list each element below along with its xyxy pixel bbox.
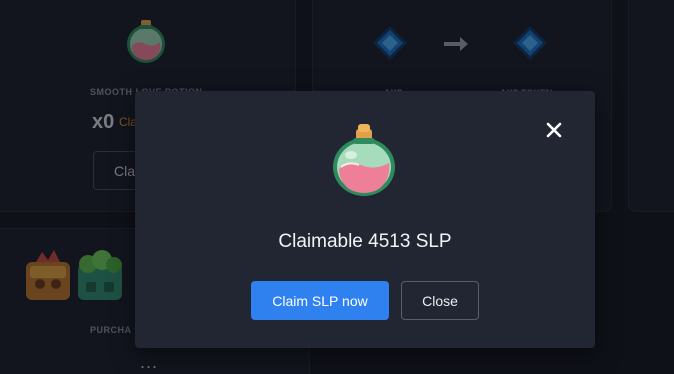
claim-modal: Claimable 4513 SLP Claim SLP now Close [135, 91, 595, 348]
close-icon[interactable] [545, 121, 563, 139]
modal-title: Claimable 4513 SLP [278, 231, 452, 252]
close-button[interactable]: Close [401, 281, 479, 320]
claim-slp-button[interactable]: Claim SLP now [251, 281, 389, 320]
slp-potion-icon-large [333, 124, 395, 196]
